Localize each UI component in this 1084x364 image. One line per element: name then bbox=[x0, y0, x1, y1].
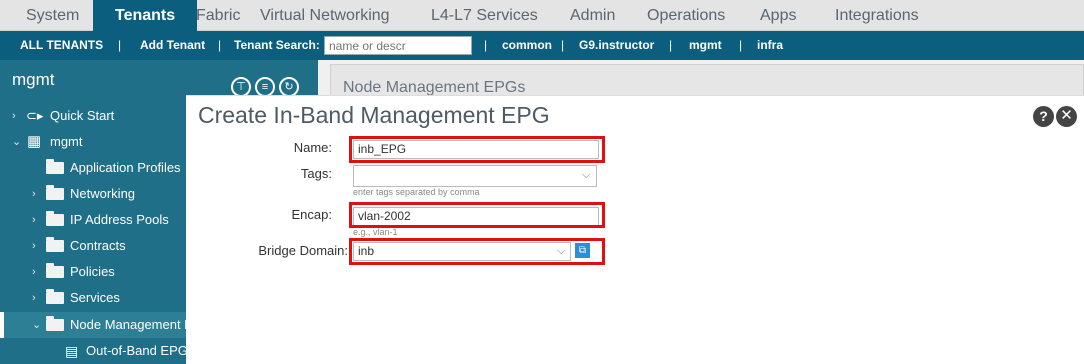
help-icon[interactable]: ? bbox=[1033, 106, 1054, 127]
sidebar-item-label: Contracts bbox=[70, 238, 126, 253]
tenant-search-input[interactable] bbox=[324, 36, 472, 55]
separator: | bbox=[739, 38, 743, 52]
tenant-link-infra[interactable]: infra bbox=[757, 31, 783, 60]
tenant-link-g9-instructor[interactable]: G9.instructor bbox=[579, 31, 654, 60]
chevron-right-icon[interactable]: › bbox=[32, 233, 36, 259]
encap-hint: e.g., vlan-1 bbox=[353, 227, 398, 237]
folder-icon bbox=[46, 185, 64, 200]
sidebar-toolbar: ⊤ ≡ ↻ bbox=[231, 77, 299, 97]
tab-operations[interactable]: Operations bbox=[647, 0, 725, 31]
all-tenants-link[interactable]: ALL TENANTS bbox=[20, 31, 103, 60]
tab-apps[interactable]: Apps bbox=[760, 0, 796, 31]
chevron-down-icon[interactable]: ⌄ bbox=[32, 312, 41, 338]
separator: | bbox=[669, 38, 673, 52]
top-nav: System Tenants Fabric Virtual Networking… bbox=[0, 0, 1084, 31]
highlight-box bbox=[349, 238, 605, 265]
sidebar-item-label: Networking bbox=[70, 186, 136, 201]
refresh-icon[interactable]: ↻ bbox=[279, 77, 299, 97]
list-icon[interactable]: ≡ bbox=[255, 77, 275, 97]
filter-icon[interactable]: ⊤ bbox=[231, 77, 251, 97]
tenant-subnav: ALL TENANTS | Add Tenant | Tenant Search… bbox=[0, 31, 1084, 60]
bridge-domain-label: Bridge Domain: bbox=[258, 243, 348, 258]
folder-icon bbox=[46, 289, 64, 304]
tab-l4-l7-services[interactable]: L4-L7 Services bbox=[431, 0, 538, 31]
tenant-search-label: Tenant Search: bbox=[234, 38, 320, 52]
sidebar-item-label: mgmt bbox=[50, 134, 83, 149]
tenant-link-common[interactable]: common bbox=[502, 31, 552, 60]
quick-start-icon: ⊂▸ bbox=[26, 108, 44, 123]
chevron-right-icon[interactable]: › bbox=[32, 259, 36, 285]
folder-icon bbox=[46, 316, 64, 331]
tenant-icon: ▦ bbox=[27, 133, 42, 150]
sidebar-item-label: Node Management EI bbox=[70, 317, 197, 332]
separator: | bbox=[118, 38, 122, 52]
tab-system[interactable]: System bbox=[26, 0, 79, 31]
folder-icon bbox=[46, 211, 64, 226]
folder-icon bbox=[46, 237, 64, 252]
tab-tenants[interactable]: Tenants bbox=[93, 0, 198, 31]
chevron-right-icon[interactable]: › bbox=[12, 103, 16, 129]
chevron-right-icon[interactable]: › bbox=[32, 181, 36, 207]
separator: | bbox=[218, 38, 222, 52]
chevron-down-icon[interactable]: ⌵ bbox=[582, 169, 590, 182]
document-icon: ▤ bbox=[65, 343, 79, 359]
separator: | bbox=[484, 38, 488, 52]
encap-label: Encap: bbox=[291, 207, 332, 222]
tags-input[interactable] bbox=[353, 165, 597, 187]
highlight-box bbox=[349, 202, 605, 228]
dialog-title: Create In-Band Management EPG bbox=[198, 102, 550, 128]
sidebar-item-label: Quick Start bbox=[50, 108, 115, 123]
folder-icon bbox=[46, 263, 64, 278]
sidebar-title: mgmt bbox=[12, 70, 55, 89]
folder-icon bbox=[46, 159, 64, 174]
create-inband-epg-dialog: Create In-Band Management EPG ? ✕ Name: … bbox=[186, 95, 1084, 364]
separator: | bbox=[561, 38, 565, 52]
tags-hint: enter tags separated by comma bbox=[353, 187, 480, 197]
chevron-down-icon[interactable]: ⌄ bbox=[12, 129, 21, 155]
tab-integrations[interactable]: Integrations bbox=[835, 0, 919, 31]
tenant-link-mgmt[interactable]: mgmt bbox=[689, 31, 722, 60]
close-icon[interactable]: ✕ bbox=[1056, 106, 1077, 127]
highlight-box bbox=[349, 136, 605, 163]
tags-label: Tags: bbox=[300, 166, 332, 181]
add-tenant-link[interactable]: Add Tenant bbox=[140, 31, 205, 60]
sidebar-item-label: Services bbox=[70, 290, 120, 305]
tab-fabric[interactable]: Fabric bbox=[196, 0, 240, 31]
chevron-right-icon[interactable]: › bbox=[32, 285, 36, 311]
sidebar-item-label: Out-of-Band EPG bbox=[86, 343, 188, 358]
name-label: Name: bbox=[293, 140, 332, 155]
tab-virtual-networking[interactable]: Virtual Networking bbox=[260, 0, 390, 31]
sidebar-item-label: Policies bbox=[70, 264, 115, 279]
tab-admin[interactable]: Admin bbox=[570, 0, 615, 31]
chevron-right-icon[interactable]: › bbox=[32, 207, 36, 233]
